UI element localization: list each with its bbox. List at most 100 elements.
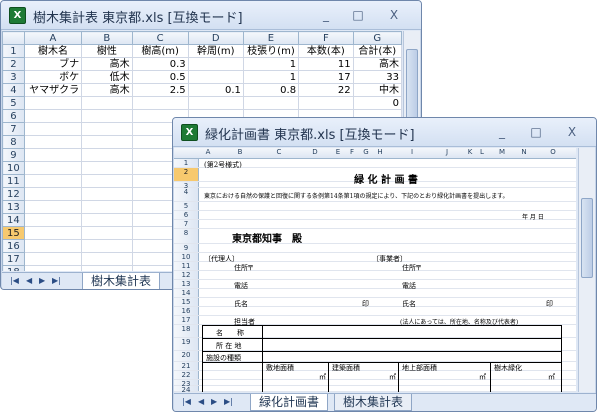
column-header[interactable]: E bbox=[242, 31, 300, 45]
column-header[interactable]: D bbox=[187, 31, 244, 45]
next-sheet-icon[interactable]: ▶ bbox=[39, 276, 45, 285]
cell[interactable] bbox=[23, 109, 83, 123]
column-header[interactable]: O bbox=[538, 148, 568, 156]
prev-sheet-icon[interactable]: ◀ bbox=[26, 276, 32, 285]
row-header[interactable]: 10 bbox=[174, 253, 199, 261]
cell[interactable]: 樹性 bbox=[81, 44, 133, 58]
cell[interactable] bbox=[81, 122, 133, 136]
row-header[interactable]: 14 bbox=[174, 289, 199, 297]
row-header[interactable]: 23 bbox=[174, 380, 199, 388]
column-header[interactable]: L bbox=[476, 148, 488, 156]
cell[interactable]: 33 bbox=[352, 70, 402, 84]
cell[interactable]: 1 bbox=[242, 57, 300, 71]
cell[interactable] bbox=[81, 109, 133, 123]
cell[interactable] bbox=[23, 187, 83, 201]
title-bar[interactable]: X 緑化計画書 東京都.xls [互換モード] _ □ X bbox=[173, 118, 596, 147]
cell[interactable] bbox=[242, 96, 300, 110]
row-header[interactable]: 19 bbox=[174, 338, 199, 350]
cell[interactable]: ヤマザクラ bbox=[23, 83, 83, 97]
row-header-selected[interactable]: 15 bbox=[2, 226, 25, 240]
row-header[interactable]: 8 bbox=[2, 135, 25, 149]
form-worksheet[interactable]: A B C D E F G H I J K L M N O 1 2 3 4 5 … bbox=[174, 148, 576, 392]
close-button[interactable]: X bbox=[376, 5, 412, 25]
column-header[interactable]: N bbox=[514, 148, 534, 156]
cell[interactable]: 幹周(m) bbox=[187, 44, 244, 58]
cell[interactable]: 本数(本) bbox=[298, 44, 354, 58]
cell[interactable] bbox=[81, 187, 133, 201]
cell[interactable] bbox=[81, 239, 133, 253]
row-header[interactable]: 3 bbox=[174, 182, 199, 190]
cell[interactable]: 樹木名 bbox=[23, 44, 83, 58]
row-header[interactable]: 5 bbox=[2, 96, 25, 110]
row-header[interactable]: 7 bbox=[2, 122, 25, 136]
cell[interactable] bbox=[81, 96, 133, 110]
select-all-corner[interactable] bbox=[2, 31, 25, 45]
row-header[interactable]: 9 bbox=[174, 244, 199, 252]
column-header[interactable]: J bbox=[432, 148, 462, 156]
prev-sheet-icon[interactable]: ◀ bbox=[198, 397, 204, 406]
row-header[interactable]: 20 bbox=[174, 351, 199, 361]
cell[interactable]: 22 bbox=[298, 83, 354, 97]
row-header[interactable]: 24 bbox=[174, 386, 199, 392]
sheet-tab-tree-summary[interactable]: 樹木集計表 bbox=[82, 273, 161, 289]
cell[interactable] bbox=[81, 226, 133, 240]
row-header[interactable]: 11 bbox=[174, 262, 199, 270]
column-header[interactable]: B bbox=[220, 148, 260, 156]
column-header[interactable]: A bbox=[23, 31, 83, 45]
column-header[interactable]: D bbox=[298, 148, 332, 156]
row-header[interactable]: 8 bbox=[174, 229, 199, 243]
row-header[interactable]: 4 bbox=[174, 188, 199, 201]
first-sheet-icon[interactable]: |◀ bbox=[182, 397, 191, 406]
row-header[interactable]: 22 bbox=[174, 371, 199, 379]
cell[interactable] bbox=[187, 96, 244, 110]
cell[interactable]: 0.8 bbox=[242, 83, 300, 97]
column-header[interactable]: F bbox=[298, 31, 354, 45]
row-header[interactable]: 10 bbox=[2, 161, 25, 175]
cell[interactable] bbox=[23, 122, 83, 136]
close-button[interactable]: X bbox=[554, 122, 590, 142]
cell[interactable]: ブナ bbox=[23, 57, 83, 71]
cell[interactable]: 中木 bbox=[352, 83, 402, 97]
cell[interactable] bbox=[23, 96, 83, 110]
row-header[interactable]: 13 bbox=[2, 200, 25, 214]
column-header[interactable]: K bbox=[464, 148, 476, 156]
cell[interactable] bbox=[81, 135, 133, 149]
row-header[interactable]: 4 bbox=[2, 83, 25, 97]
cell[interactable]: 2.5 bbox=[131, 83, 189, 97]
cell[interactable] bbox=[81, 252, 133, 266]
row-header[interactable]: 5 bbox=[174, 202, 199, 210]
cell[interactable] bbox=[23, 174, 83, 188]
row-header-selected[interactable]: 2 bbox=[174, 168, 199, 181]
cell[interactable]: 樹高(m) bbox=[131, 44, 189, 58]
cell[interactable]: 0 bbox=[352, 96, 402, 110]
row-header[interactable]: 11 bbox=[2, 174, 25, 188]
cell[interactable] bbox=[23, 148, 83, 162]
column-header[interactable]: A bbox=[202, 148, 214, 156]
row-header[interactable]: 7 bbox=[174, 220, 199, 228]
row-header[interactable]: 16 bbox=[2, 239, 25, 253]
row-header[interactable]: 1 bbox=[2, 44, 25, 58]
row-header[interactable]: 9 bbox=[2, 148, 25, 162]
cell[interactable] bbox=[131, 96, 189, 110]
column-header[interactable]: E bbox=[332, 148, 344, 156]
row-header[interactable]: 18 bbox=[2, 265, 25, 271]
column-header[interactable]: H bbox=[374, 148, 386, 156]
sheet-tab-tree-summary[interactable]: 樹木集計表 bbox=[334, 394, 413, 411]
scrollbar-thumb[interactable] bbox=[406, 49, 418, 119]
cell[interactable] bbox=[81, 213, 133, 227]
cell[interactable] bbox=[81, 200, 133, 214]
column-header[interactable]: G bbox=[352, 31, 402, 45]
row-header[interactable]: 14 bbox=[2, 213, 25, 227]
cell[interactable]: ボケ bbox=[23, 70, 83, 84]
row-header[interactable]: 18 bbox=[174, 325, 199, 337]
scrollbar-thumb[interactable] bbox=[581, 198, 593, 278]
minimize-button[interactable]: _ bbox=[308, 5, 344, 25]
cell[interactable] bbox=[187, 57, 244, 71]
first-sheet-icon[interactable]: |◀ bbox=[10, 276, 19, 285]
cell[interactable] bbox=[23, 213, 83, 227]
cell[interactable] bbox=[298, 96, 354, 110]
row-header[interactable]: 17 bbox=[2, 252, 25, 266]
column-header[interactable]: C bbox=[131, 31, 189, 45]
cell[interactable] bbox=[23, 161, 83, 175]
maximize-button[interactable]: □ bbox=[340, 5, 376, 25]
